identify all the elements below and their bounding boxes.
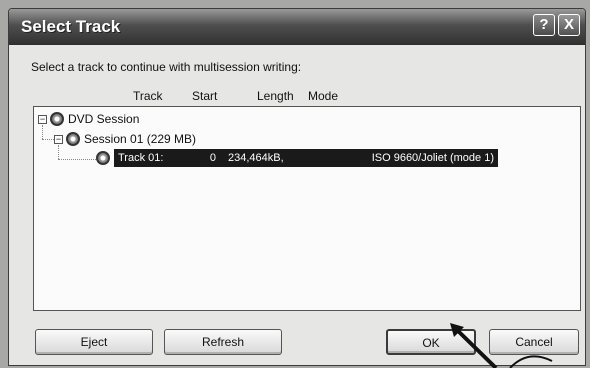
tree-node-session-01[interactable]: − Session 01 (229 MB): [54, 131, 196, 147]
selected-track-row[interactable]: Track 01: 0 234,464kB, ISO 9660/Joliet (…: [114, 149, 498, 167]
title-bar: Select Track ? X: [9, 9, 585, 45]
track-tree[interactable]: − DVD Session − Session 01 (229 MB) Trac…: [33, 106, 581, 311]
column-header-mode: Mode: [308, 89, 339, 103]
cancel-button[interactable]: Cancel: [489, 329, 579, 355]
column-header-length: Length: [257, 89, 294, 103]
select-track-dialog: Select Track ? X Select a track to conti…: [8, 8, 586, 366]
track-name: Track 01:: [118, 152, 164, 164]
collapse-icon[interactable]: −: [38, 114, 47, 124]
column-header-track: Track: [133, 89, 163, 103]
collapse-icon[interactable]: −: [54, 134, 63, 144]
disc-icon: [50, 112, 64, 126]
column-header-start: Start: [192, 89, 218, 103]
session-label: Session 01 (229 MB): [84, 132, 197, 146]
disc-icon: [96, 151, 110, 165]
instruction-text: Select a track to continue with multises…: [31, 60, 302, 74]
dvd-session-label: DVD Session: [68, 112, 140, 126]
track-start: 0: [209, 152, 216, 164]
track-mode: ISO 9660/Joliet (mode 1): [371, 152, 494, 164]
eject-button[interactable]: Eject: [35, 329, 153, 355]
help-button[interactable]: ?: [533, 14, 555, 36]
track-length: 234,464kB,: [228, 152, 284, 164]
ok-button[interactable]: OK: [386, 329, 476, 355]
tree-node-dvd-session[interactable]: − DVD Session: [38, 111, 139, 127]
dialog-title: Select Track: [21, 17, 121, 36]
disc-icon: [66, 132, 80, 146]
tree-node-track-01[interactable]: Track 01: 0 234,464kB, ISO 9660/Joliet (…: [96, 149, 498, 167]
close-button[interactable]: X: [558, 14, 580, 36]
refresh-button[interactable]: Refresh: [164, 329, 282, 355]
